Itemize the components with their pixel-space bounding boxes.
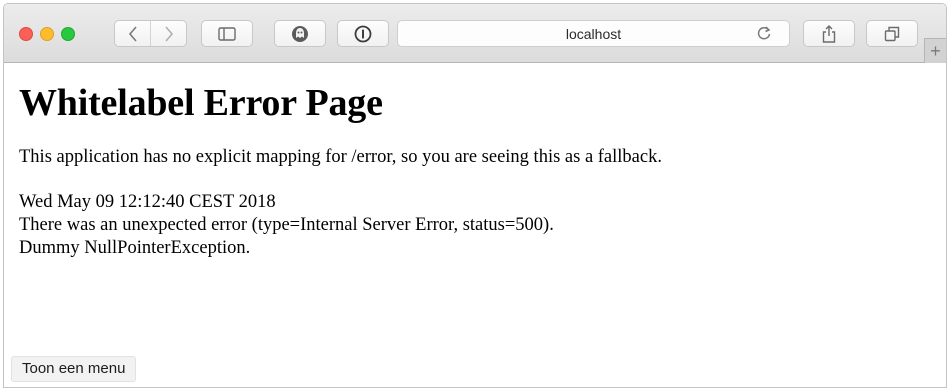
maximize-window-button[interactable]: [61, 27, 75, 41]
extension-button-1[interactable]: [274, 20, 326, 47]
tabs-overview-button[interactable]: [866, 20, 918, 47]
address-bar[interactable]: localhost: [397, 20, 790, 47]
url-text: localhost: [565, 26, 622, 42]
page-content: Whitelabel Error Page This application h…: [19, 63, 946, 260]
fallback-message: This application has no explicit mapping…: [19, 147, 662, 167]
sidebar-button[interactable]: [201, 20, 253, 47]
browser-toolbar: localhost +: [4, 4, 946, 63]
share-icon: [821, 24, 837, 43]
extension-button-2[interactable]: [337, 20, 389, 47]
tabs-overview-icon: [884, 26, 900, 42]
new-tab-button[interactable]: +: [924, 38, 946, 63]
page-title: Whitelabel Error Page: [19, 82, 383, 124]
exception-message: Dummy NullPointerException.: [19, 238, 251, 258]
1password-icon: [354, 25, 372, 43]
ghostery-icon: [291, 25, 309, 43]
back-button[interactable]: [115, 21, 150, 46]
reload-icon[interactable]: [755, 24, 773, 42]
chevron-right-icon: [164, 25, 174, 42]
show-menu-button[interactable]: Toon een menu: [11, 356, 137, 382]
plus-icon: +: [930, 41, 941, 61]
share-button[interactable]: [803, 20, 855, 47]
minimize-window-button[interactable]: [40, 27, 54, 41]
error-timestamp: Wed May 09 12:12:40 CEST 2018: [19, 192, 276, 212]
sidebar-icon: [218, 26, 236, 41]
forward-button[interactable]: [150, 21, 186, 46]
error-type-line: There was an unexpected error (type=Inte…: [19, 215, 554, 235]
navigation-buttons: [114, 20, 187, 47]
close-window-button[interactable]: [19, 27, 33, 41]
browser-window: localhost + Whitelabel Error Page This a…: [3, 3, 947, 388]
chevron-left-icon: [128, 25, 138, 42]
error-details: Wed May 09 12:12:40 CEST 2018 There was …: [19, 191, 946, 260]
